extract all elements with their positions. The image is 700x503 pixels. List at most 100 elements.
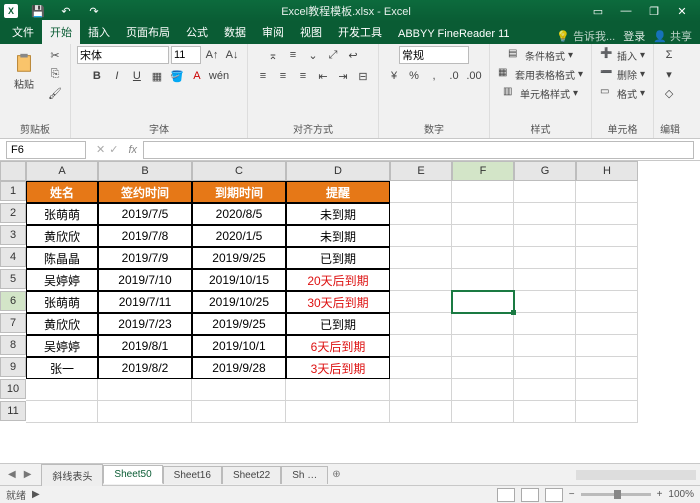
login-link[interactable]: 登录 [623, 28, 645, 44]
sheet-nav-prev[interactable]: ◀ [4, 469, 20, 480]
sheet-tab[interactable]: Sheet22 [222, 466, 281, 484]
page-break-button[interactable] [545, 488, 563, 502]
table-cell[interactable]: 张萌萌 [26, 203, 98, 225]
border-button[interactable]: ▦ [148, 67, 166, 85]
insert-cells-button[interactable]: ➕插入 ▾ [598, 46, 647, 64]
tab-home[interactable]: 开始 [42, 20, 80, 44]
cell[interactable] [452, 269, 514, 291]
grow-font-button[interactable]: A↑ [203, 46, 221, 64]
cell[interactable] [452, 379, 514, 401]
sheet-tab[interactable]: 斜线表头 [41, 464, 103, 486]
cell[interactable] [514, 203, 576, 225]
cell[interactable] [452, 203, 514, 225]
table-cell[interactable]: 陈晶晶 [26, 247, 98, 269]
cell[interactable] [452, 247, 514, 269]
qa-redo[interactable]: ↷ [80, 5, 108, 18]
maximize-icon[interactable]: ❐ [640, 5, 668, 18]
cell[interactable] [192, 379, 286, 401]
row-header[interactable]: 6 [0, 291, 26, 311]
table-cell[interactable]: 2019/9/25 [192, 313, 286, 335]
table-cell[interactable]: 已到期 [286, 313, 390, 335]
col-header[interactable]: H [576, 161, 638, 181]
cell[interactable] [514, 247, 576, 269]
tab-layout[interactable]: 页面布局 [118, 20, 178, 44]
new-sheet-button[interactable]: ⊕ [328, 469, 344, 480]
sheet-tab[interactable]: Sheet50 [103, 465, 162, 484]
zoom-slider[interactable] [581, 493, 651, 496]
table-cell[interactable]: 30天后到期 [286, 291, 390, 313]
table-cell[interactable]: 2019/7/23 [98, 313, 192, 335]
cell[interactable] [452, 313, 514, 335]
zoom-level[interactable]: 100% [668, 489, 694, 500]
italic-button[interactable]: I [108, 67, 126, 85]
table-cell[interactable]: 2019/7/5 [98, 203, 192, 225]
cell[interactable] [452, 291, 514, 313]
tab-review[interactable]: 审阅 [254, 20, 292, 44]
cell[interactable] [452, 181, 514, 203]
ribbon-opts-icon[interactable]: ▭ [584, 5, 612, 18]
font-size-select[interactable] [171, 46, 201, 64]
row-header[interactable]: 9 [0, 357, 26, 377]
select-all-corner[interactable] [0, 161, 26, 181]
cell[interactable] [514, 313, 576, 335]
enter-formula-icon[interactable]: ✓ [109, 143, 118, 156]
align-right-button[interactable]: ≡ [294, 67, 312, 85]
close-icon[interactable]: ✕ [668, 5, 696, 18]
cancel-formula-icon[interactable]: ✕ [96, 143, 105, 156]
table-header-cell[interactable]: 姓名 [26, 181, 98, 203]
table-cell[interactable]: 2019/10/1 [192, 335, 286, 357]
fill-button[interactable]: ▾ [660, 65, 678, 83]
cell[interactable] [576, 401, 638, 423]
cell[interactable] [576, 181, 638, 203]
row-header[interactable]: 8 [0, 335, 26, 355]
cell[interactable] [390, 225, 452, 247]
tab-data[interactable]: 数据 [216, 20, 254, 44]
table-cell[interactable]: 未到期 [286, 203, 390, 225]
cell[interactable] [452, 225, 514, 247]
delete-cells-button[interactable]: ➖删除 ▾ [598, 65, 647, 83]
name-box[interactable]: F6 [6, 141, 86, 159]
cell[interactable] [576, 225, 638, 247]
clear-button[interactable]: ◇ [660, 84, 678, 102]
col-header[interactable]: E [390, 161, 452, 181]
share-button[interactable]: 👤 共享 [653, 28, 692, 44]
cell[interactable] [452, 357, 514, 379]
cell[interactable] [390, 379, 452, 401]
normal-view-button[interactable] [497, 488, 515, 502]
shrink-font-button[interactable]: A↓ [223, 46, 241, 64]
table-cell[interactable]: 2020/1/5 [192, 225, 286, 247]
cell[interactable] [26, 401, 98, 423]
cell[interactable] [390, 313, 452, 335]
cell[interactable] [514, 225, 576, 247]
table-cell[interactable]: 2019/8/2 [98, 357, 192, 379]
cell[interactable] [192, 401, 286, 423]
cell[interactable] [98, 379, 192, 401]
tab-file[interactable]: 文件 [4, 20, 42, 44]
phonetic-button[interactable]: wén [208, 67, 230, 85]
align-middle-button[interactable]: ≡ [284, 46, 302, 64]
cell[interactable] [576, 313, 638, 335]
cell[interactable] [452, 401, 514, 423]
table-cell[interactable]: 2020/8/5 [192, 203, 286, 225]
bold-button[interactable]: B [88, 67, 106, 85]
worksheet-grid[interactable]: ABCDEFGH1姓名签约时间到期时间提醒2张萌萌2019/7/52020/8/… [0, 161, 700, 463]
tab-dev[interactable]: 开发工具 [330, 20, 390, 44]
tellme[interactable]: 💡 告诉我... [556, 28, 615, 44]
cell-style-button[interactable]: ▥单元格样式 ▾ [501, 84, 580, 102]
row-header[interactable]: 2 [0, 203, 26, 223]
cell[interactable] [576, 203, 638, 225]
cell[interactable] [514, 291, 576, 313]
fx-icon[interactable]: fx [122, 144, 143, 156]
table-header-cell[interactable]: 签约时间 [98, 181, 192, 203]
percent-button[interactable]: % [405, 67, 423, 85]
table-cell[interactable]: 2019/7/9 [98, 247, 192, 269]
align-bottom-button[interactable]: ⌄ [304, 46, 322, 64]
sheet-nav-next[interactable]: ▶ [20, 469, 36, 480]
cell[interactable] [390, 247, 452, 269]
table-cell[interactable]: 吴婷婷 [26, 269, 98, 291]
row-header[interactable]: 5 [0, 269, 26, 289]
table-cell[interactable]: 2019/8/1 [98, 335, 192, 357]
row-header[interactable]: 7 [0, 313, 26, 333]
cell[interactable] [390, 401, 452, 423]
table-cell[interactable]: 2019/7/11 [98, 291, 192, 313]
